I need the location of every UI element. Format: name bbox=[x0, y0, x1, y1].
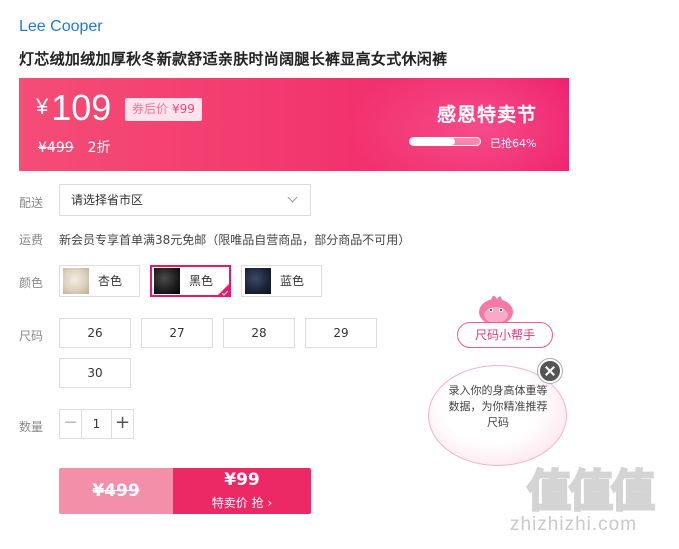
watermark-url: zhizhizhi.com bbox=[510, 514, 638, 535]
chevron-down-icon bbox=[287, 192, 298, 203]
region-select[interactable]: 请选择省市区 bbox=[59, 184, 311, 216]
discount-rate: 2折 bbox=[87, 140, 111, 156]
color-option-blue[interactable]: 蓝色 bbox=[241, 265, 322, 297]
buy-now-button[interactable]: ¥99 特卖价 抢 › bbox=[173, 468, 311, 514]
original-price: ¥499 bbox=[38, 140, 74, 156]
close-icon[interactable] bbox=[538, 359, 562, 383]
quantity-decrease-button[interactable]: − bbox=[60, 410, 82, 438]
shipping-info: 新会员专享首单满38元免邮（限唯品自营商品，部分商品不可用） bbox=[59, 233, 411, 247]
color-thumbnail bbox=[245, 268, 271, 294]
product-title: 灯芯绒加绒加厚秋冬新款舒适亲肤时尚阔腿长裤显高女式休闲裤 bbox=[19, 50, 448, 68]
original-price-row: ¥499 2折 bbox=[38, 137, 111, 157]
brand-name[interactable]: Lee Cooper bbox=[19, 18, 103, 36]
quantity-increase-button[interactable]: + bbox=[111, 410, 133, 438]
color-option-label: 黑色 bbox=[189, 274, 214, 288]
quantity-value[interactable]: 1 bbox=[82, 410, 111, 438]
original-price-button[interactable]: ¥499 bbox=[59, 468, 173, 514]
sold-progress-bar bbox=[409, 137, 481, 146]
color-thumbnail bbox=[154, 268, 180, 294]
watermark-logo: 值值值 bbox=[526, 465, 657, 514]
color-option-label: 杏色 bbox=[98, 274, 123, 288]
coupon-price: ¥99 bbox=[172, 102, 195, 116]
price-banner: ¥109 券后价 ¥99 ¥499 2折 感恩特卖节 已抢64% bbox=[19, 78, 569, 171]
festival-title: 感恩特卖节 bbox=[437, 104, 538, 126]
region-select-placeholder: 请选择省市区 bbox=[71, 193, 144, 207]
size-option-26[interactable]: 26 bbox=[59, 318, 131, 348]
size-label: 尺码 bbox=[19, 329, 44, 343]
buy-action-label: 特卖价 抢 › bbox=[211, 496, 273, 510]
sale-price: ¥109 bbox=[36, 87, 111, 129]
delivery-label: 配送 bbox=[19, 196, 44, 210]
size-option-28[interactable]: 28 bbox=[223, 318, 295, 348]
shipping-label: 运费 bbox=[19, 233, 44, 247]
buy-price: ¥99 bbox=[224, 470, 260, 490]
sold-progress-fill bbox=[410, 138, 455, 145]
color-label: 颜色 bbox=[19, 276, 44, 290]
color-option-black[interactable]: 黑色 bbox=[150, 265, 231, 297]
color-option-apricot[interactable]: 杏色 bbox=[59, 265, 140, 297]
size-helper-mascot-icon bbox=[479, 295, 513, 325]
size-helper-tag[interactable]: 尺码小帮手 bbox=[457, 322, 553, 348]
color-thumbnail bbox=[63, 268, 89, 294]
coupon-label: 券后价 bbox=[132, 102, 169, 116]
quantity-stepper: − 1 + bbox=[59, 409, 134, 439]
sold-progress-text: 已抢64% bbox=[490, 137, 537, 150]
price-value: 109 bbox=[51, 87, 112, 128]
size-helper-text: 录入你的身高体重等数据，为你精准推荐尺码 bbox=[448, 384, 548, 429]
size-option-29[interactable]: 29 bbox=[305, 318, 377, 348]
color-option-label: 蓝色 bbox=[280, 274, 305, 288]
svg-text:值值值: 值值值 bbox=[527, 466, 654, 514]
coupon-price-badge: 券后价 ¥99 bbox=[125, 98, 202, 121]
currency-symbol: ¥ bbox=[36, 94, 49, 119]
size-option-27[interactable]: 27 bbox=[141, 318, 213, 348]
size-option-30[interactable]: 30 bbox=[59, 358, 131, 388]
quantity-label: 数量 bbox=[19, 420, 44, 434]
